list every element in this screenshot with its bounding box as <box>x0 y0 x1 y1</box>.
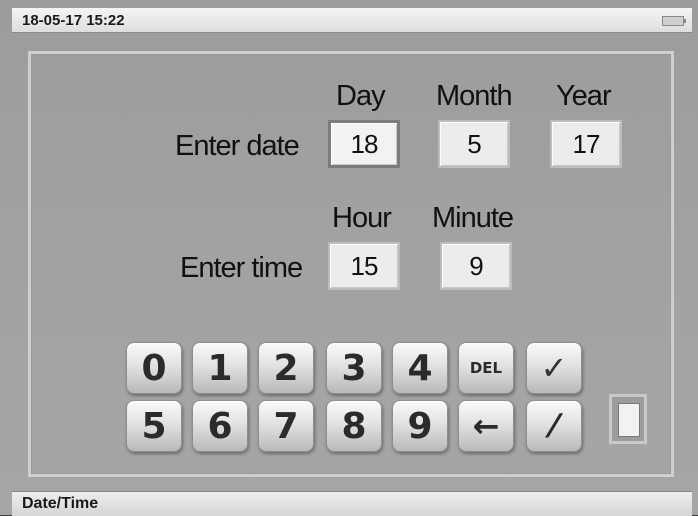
minute-header: Minute <box>432 202 514 234</box>
status-datetime: 18-05-17 15:22 <box>22 12 125 29</box>
enter-time-label: Enter time <box>180 252 303 284</box>
bottom-bar: Date/Time <box>12 491 692 516</box>
device-screen: 18-05-17 15:22 Day Month Year Enter date… <box>0 0 698 516</box>
key-3[interactable]: 3 <box>326 342 382 394</box>
delete-button[interactable]: DEL <box>458 342 514 394</box>
battery-icon <box>662 16 686 26</box>
screen-title: Date/Time <box>22 495 99 512</box>
backspace-arrow-icon[interactable]: ← <box>458 400 514 452</box>
day-header: Day <box>336 80 386 112</box>
month-header: Month <box>436 80 513 112</box>
separator-key-icon[interactable]: ⁄ <box>526 400 582 452</box>
key-1[interactable]: 1 <box>192 342 248 394</box>
key-0[interactable]: 0 <box>126 342 182 394</box>
hour-header: Hour <box>332 202 392 234</box>
month-field[interactable]: 5 <box>438 120 510 168</box>
key-5[interactable]: 5 <box>126 400 182 452</box>
day-field[interactable]: 18 <box>328 120 400 168</box>
key-2[interactable]: 2 <box>258 342 314 394</box>
keyboard-toggle-button[interactable] <box>609 394 647 444</box>
year-field[interactable]: 17 <box>550 120 622 168</box>
status-bar: 18-05-17 15:22 <box>12 8 692 33</box>
key-8[interactable]: 8 <box>326 400 382 452</box>
year-header: Year <box>556 80 612 112</box>
key-4[interactable]: 4 <box>392 342 448 394</box>
key-7[interactable]: 7 <box>258 400 314 452</box>
door-icon <box>618 403 640 437</box>
hour-field[interactable]: 15 <box>328 242 400 290</box>
key-9[interactable]: 9 <box>392 400 448 452</box>
key-6[interactable]: 6 <box>192 400 248 452</box>
enter-date-label: Enter date <box>175 130 300 162</box>
confirm-check-icon[interactable]: ✓ <box>526 342 582 394</box>
minute-field[interactable]: 9 <box>440 242 512 290</box>
